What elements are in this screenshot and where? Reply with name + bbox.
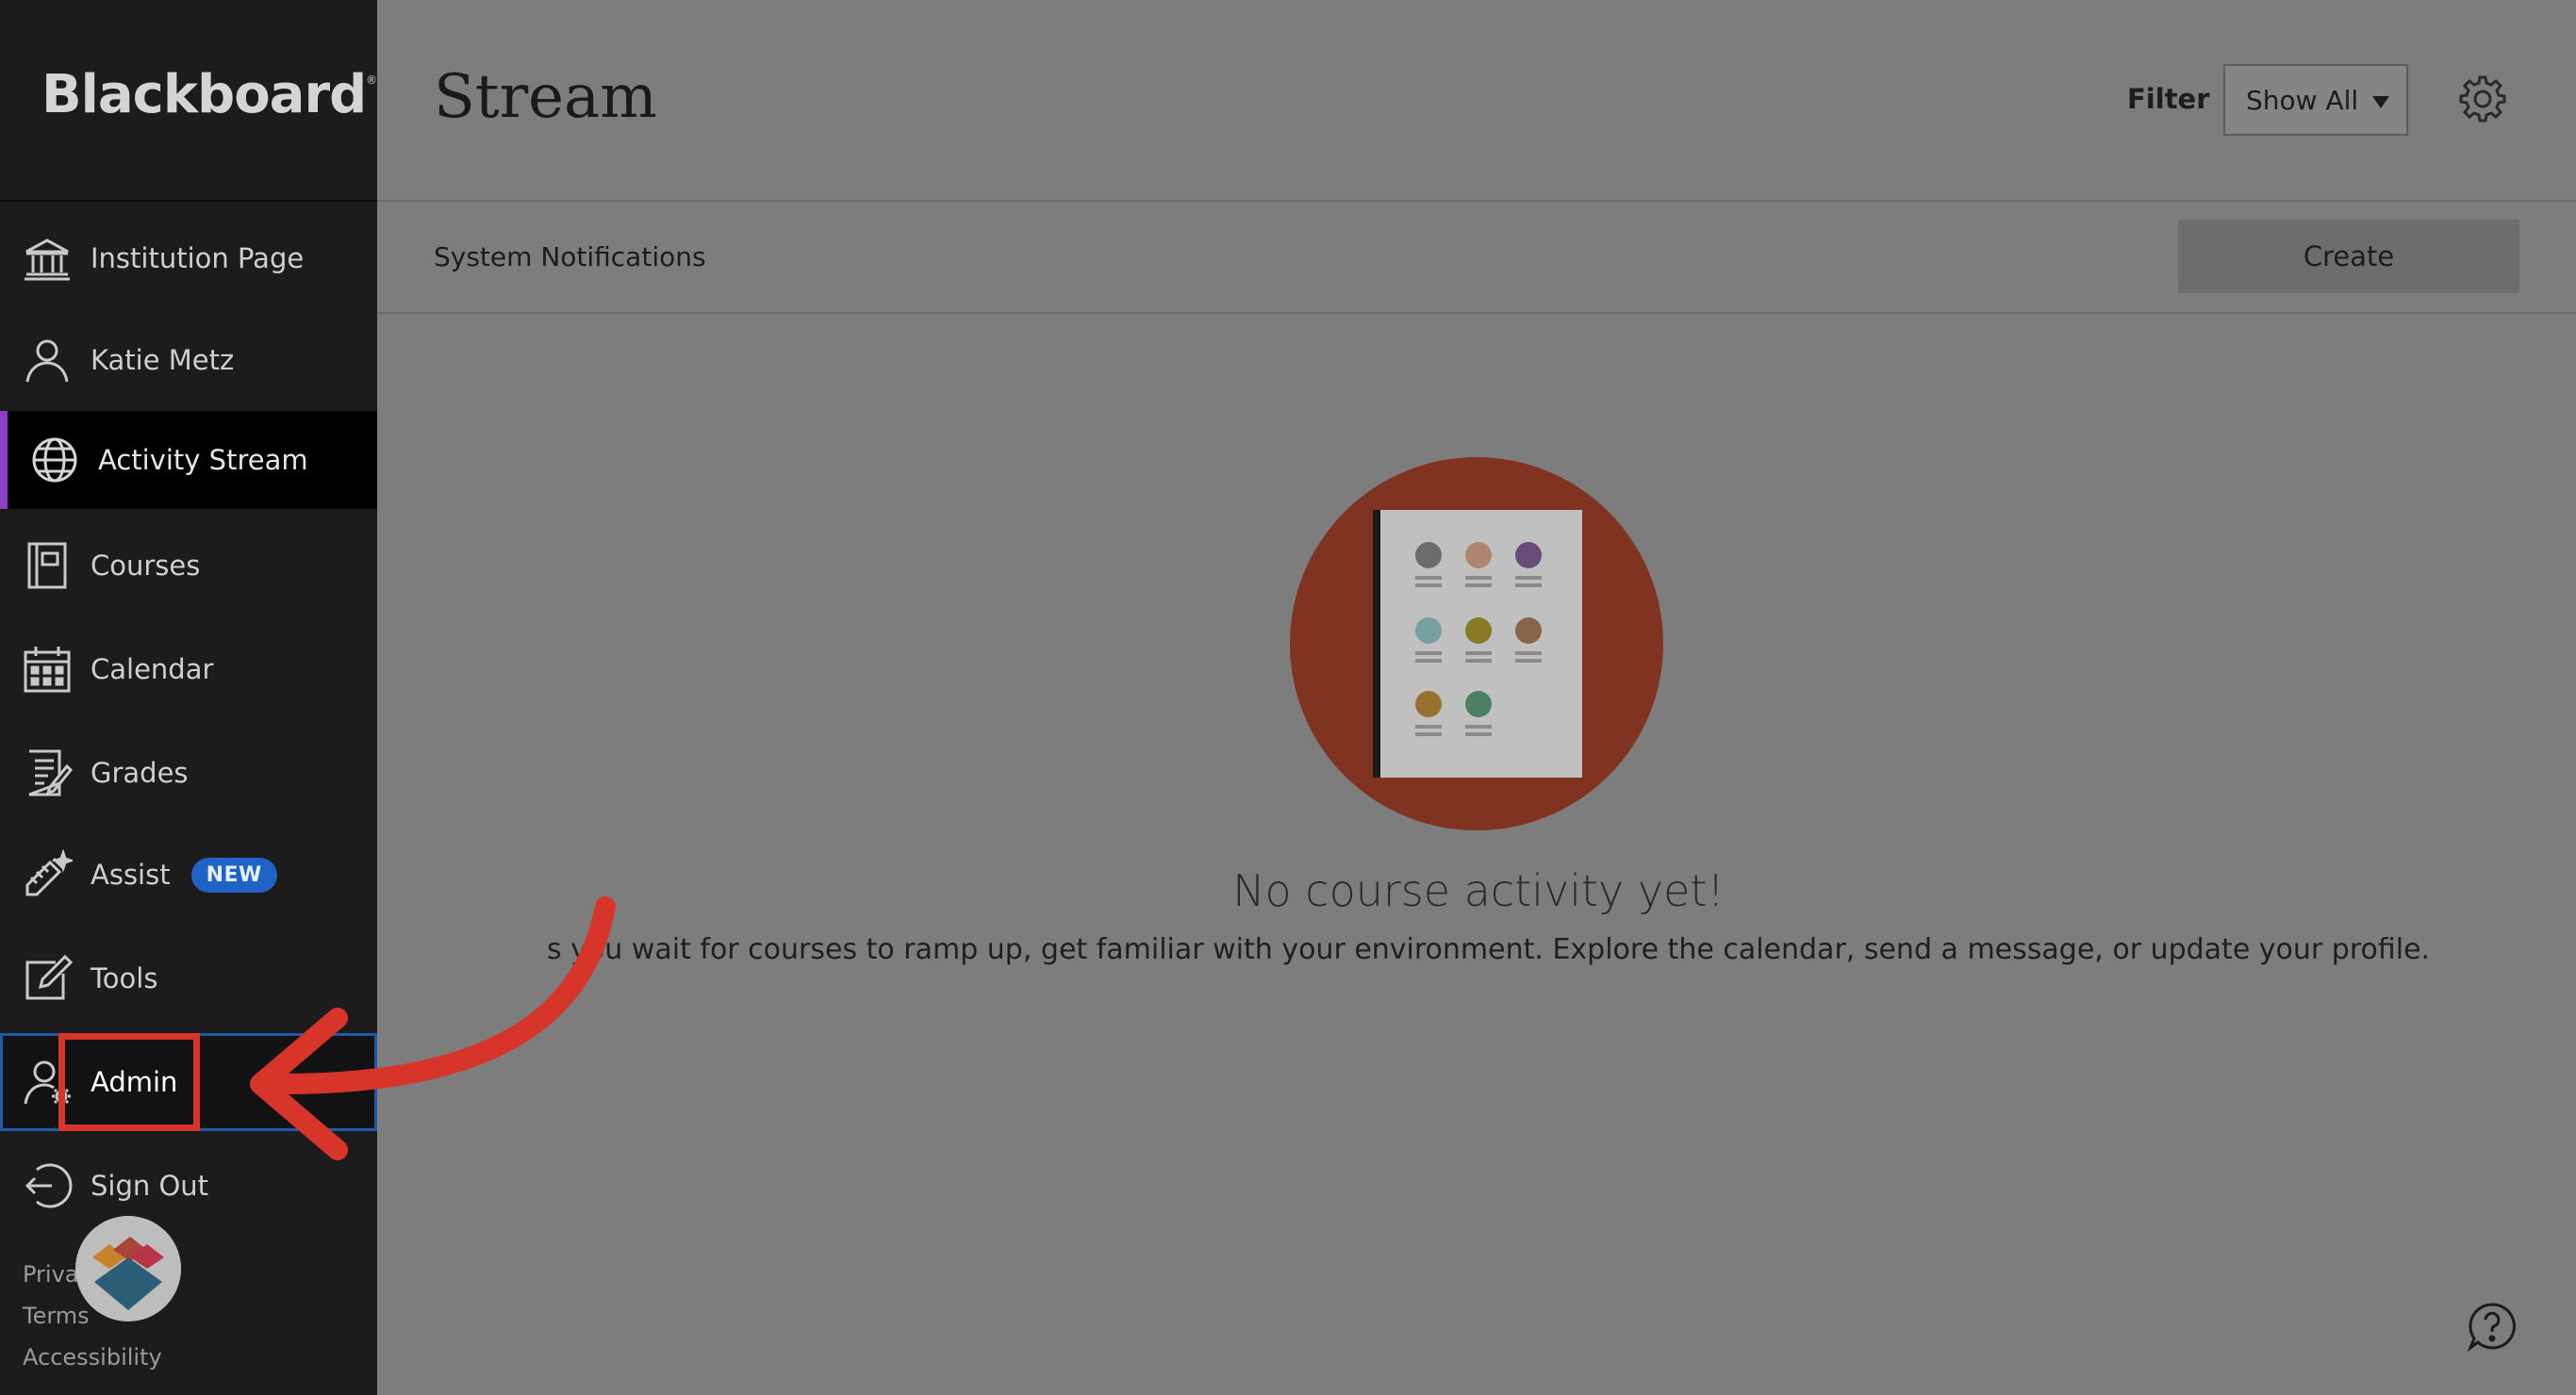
empty-state-title: No course activity yet! [1232, 865, 1725, 916]
globe-icon [26, 432, 83, 488]
sidebar-item-sign-out[interactable]: Sign Out [0, 1137, 377, 1235]
sidebar-item-grades[interactable]: Grades [0, 724, 377, 822]
empty-roster-illustration [1290, 457, 1663, 830]
calendar-icon [19, 641, 75, 698]
sign-out-icon [19, 1157, 75, 1214]
courses-icon [19, 537, 75, 594]
empty-state-message: s you wait for courses to ramp up, get f… [547, 933, 2431, 966]
sidebar-item-label: Tools [91, 962, 158, 994]
user-icon [19, 332, 75, 388]
annotation-arrow [250, 896, 616, 1160]
create-button[interactable]: Create [2178, 220, 2519, 293]
sidebar-item-calendar[interactable]: Calendar [0, 620, 377, 718]
sidebar-divider [0, 200, 377, 202]
header-divider [377, 200, 2576, 202]
branding-avatar [75, 1216, 181, 1321]
filter-value: Show All [2246, 84, 2359, 116]
sidebar-item-label: Institution Page [91, 242, 305, 274]
sidebar-item-institution-page[interactable]: Institution Page [0, 209, 377, 307]
sidebar-item-label: Activity Stream [98, 444, 308, 476]
sidebar-item-activity-stream[interactable]: Activity Stream [0, 411, 377, 509]
blackboard-logo: Blackboard® [41, 64, 377, 125]
grades-icon [19, 745, 75, 801]
sidebar-item-label: Katie Metz [91, 344, 235, 376]
sidebar-item-label: Courses [91, 550, 201, 582]
sidebar-item-label: Grades [91, 757, 189, 789]
system-notifications-label: System Notifications [434, 241, 706, 272]
notifications-divider [377, 312, 2576, 314]
sidebar-item-label: Calendar [91, 653, 214, 685]
help-icon[interactable] [2467, 1301, 2518, 1352]
filter-label: Filter [2127, 83, 2210, 115]
sidebar-item-courses[interactable]: Courses [0, 517, 377, 615]
sidebar-item-label: Sign Out [91, 1170, 209, 1202]
sidebar-item-tools[interactable]: Tools [0, 929, 377, 1027]
sidebar-item-profile[interactable]: Katie Metz [0, 311, 377, 409]
highlight-box [58, 1033, 200, 1131]
page-title: Stream [434, 62, 657, 132]
accessibility-link[interactable]: Accessibility [23, 1337, 162, 1378]
filter-select[interactable]: Show All [2223, 64, 2408, 136]
sidebar: Blackboard® Institution Page Katie Metz … [0, 0, 377, 1395]
gear-icon[interactable] [2457, 74, 2508, 124]
institution-icon [19, 230, 75, 287]
tools-icon [19, 950, 75, 1007]
chevron-down-icon [2372, 96, 2389, 108]
